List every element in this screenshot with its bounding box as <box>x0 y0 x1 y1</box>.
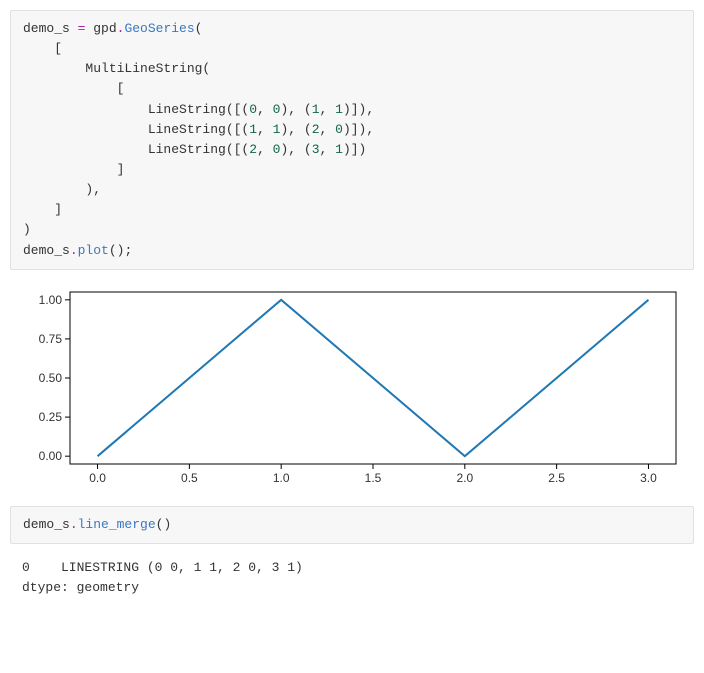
svg-text:3.0: 3.0 <box>640 471 657 485</box>
code-cell-2: demo_s.line_merge() <box>10 506 694 544</box>
code-token: demo_s <box>23 517 70 532</box>
code-token: [ <box>23 41 62 56</box>
code-token: () <box>156 517 172 532</box>
svg-text:0.0: 0.0 <box>89 471 106 485</box>
code-token: 2 <box>249 142 257 157</box>
code-token: ), <box>23 182 101 197</box>
code-token: ] <box>23 162 124 177</box>
code-token: LineString([( <box>23 142 249 157</box>
code-token: (); <box>109 243 132 258</box>
code-token: demo_s <box>23 243 70 258</box>
code-token: 3 <box>312 142 320 157</box>
code-token: [ <box>23 81 124 96</box>
code-token: 2 <box>312 122 320 137</box>
code-token: , <box>320 122 336 137</box>
code-token: 1 <box>335 102 343 117</box>
code-cell-1: demo_s = gpd.GeoSeries( [ MultiLineStrin… <box>10 10 694 270</box>
text-output-2: 0 LINESTRING (0 0, 1 1, 2 0, 3 1) dtype:… <box>10 554 694 602</box>
line-chart: 0.00 0.25 0.50 0.75 1.00 0.0 0.5 1.0 1.5 2.0 2.5 3.… <box>14 284 690 494</box>
code-token: line_merge <box>78 517 156 532</box>
output-line: 0 LINESTRING (0 0, 1 1, 2 0, 3 1) <box>22 560 303 575</box>
code-token: ) <box>23 222 31 237</box>
svg-text:1.00: 1.00 <box>39 293 63 307</box>
svg-text:0.50: 0.50 <box>39 371 63 385</box>
svg-text:0.5: 0.5 <box>181 471 198 485</box>
code-token: LineString([( <box>23 102 249 117</box>
code-token: ), ( <box>280 142 311 157</box>
code-token: ), ( <box>280 102 311 117</box>
code-token: , <box>320 142 336 157</box>
svg-text:0.00: 0.00 <box>39 449 63 463</box>
svg-text:1.5: 1.5 <box>365 471 382 485</box>
svg-text:2.5: 2.5 <box>548 471 565 485</box>
svg-text:0.75: 0.75 <box>39 332 63 346</box>
chart-output: 0.00 0.25 0.50 0.75 1.00 0.0 0.5 1.0 1.5 2.0 2.5 3.… <box>10 280 694 506</box>
svg-text:2.0: 2.0 <box>456 471 473 485</box>
code-token: , <box>257 102 273 117</box>
code-token: )]), <box>343 122 374 137</box>
code-token: ] <box>23 202 62 217</box>
code-token: 0 <box>249 102 257 117</box>
svg-text:0.25: 0.25 <box>39 410 63 424</box>
code-token: , <box>257 122 273 137</box>
output-line: dtype: geometry <box>22 580 139 595</box>
code-token: plot <box>78 243 109 258</box>
code-token: , <box>257 142 273 157</box>
code-token: ), ( <box>280 122 311 137</box>
code-token: LineString([( <box>23 122 249 137</box>
code-token: , <box>320 102 336 117</box>
code-token: ( <box>195 21 203 36</box>
code-token: )]) <box>343 142 366 157</box>
code-token: . <box>70 517 78 532</box>
code-token: 1 <box>312 102 320 117</box>
code-token: GeoSeries <box>124 21 194 36</box>
code-token: gpd <box>85 21 116 36</box>
svg-text:1.0: 1.0 <box>273 471 290 485</box>
code-token: 1 <box>335 142 343 157</box>
code-token: 1 <box>249 122 257 137</box>
code-token: MultiLineString( <box>23 61 210 76</box>
code-token: 0 <box>335 122 343 137</box>
code-token: demo_s <box>23 21 78 36</box>
code-token: . <box>70 243 78 258</box>
code-token: )]), <box>343 102 374 117</box>
